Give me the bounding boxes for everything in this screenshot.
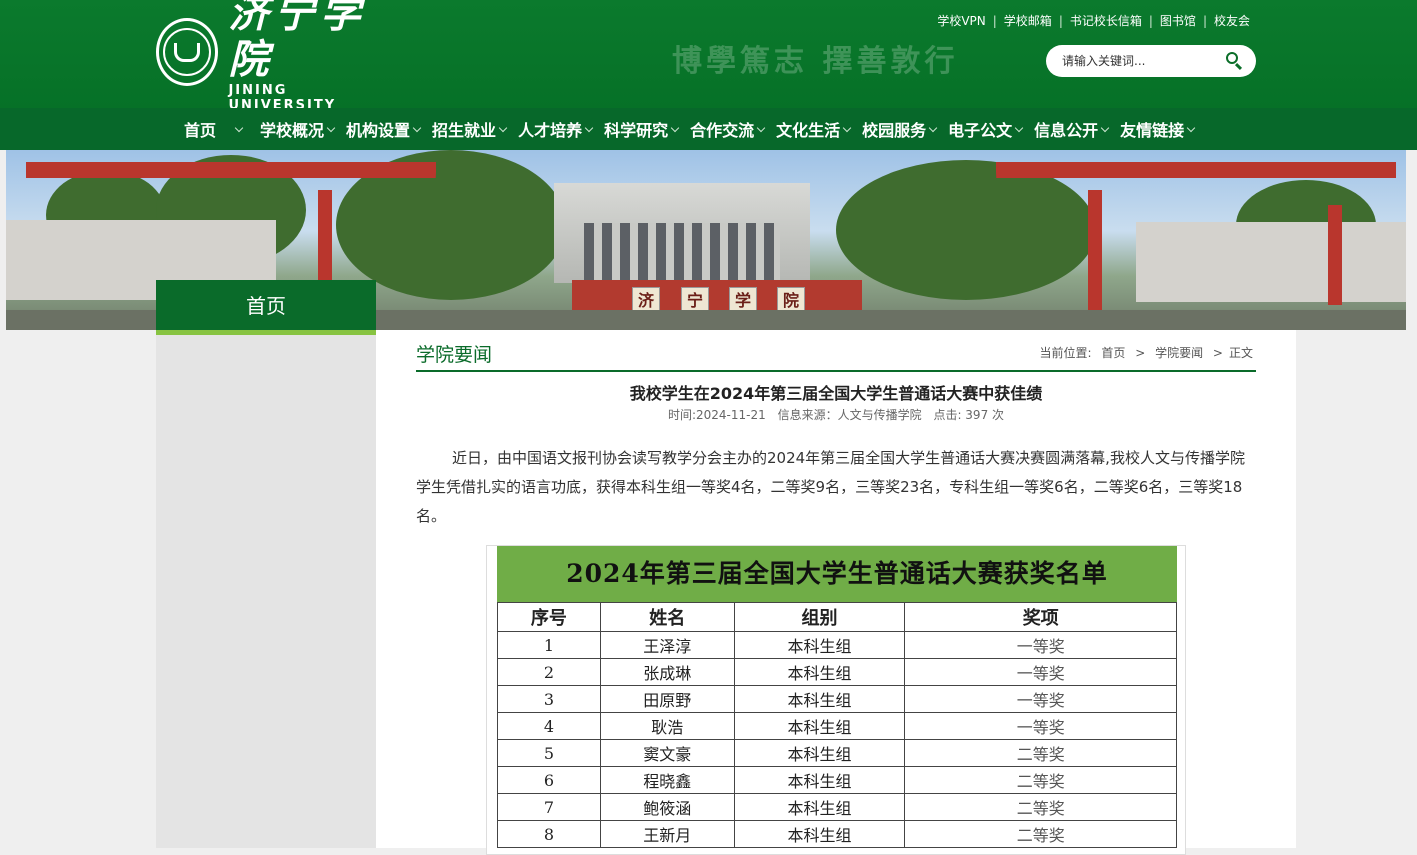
article-body: 近日，由中国语文报刊协会读写教学分会主办的2024年第三届全国大学生普通话大赛决… <box>416 449 1245 525</box>
top-link-mail[interactable]: 学校邮箱 <box>997 12 1059 29</box>
table-row: 8 王新月 本科生组 二等奖 <box>497 820 1177 848</box>
university-seal-icon <box>156 18 219 86</box>
nav-item-home[interactable]: 首页 <box>184 117 244 141</box>
breadcrumb-current: 正文 <box>1228 346 1253 360</box>
article-time: 时间:2024-11-21 <box>667 408 766 422</box>
column-header-group: 组别 <box>733 602 906 632</box>
table-row: 6 程晓鑫 本科生组 二等奖 <box>497 766 1177 794</box>
main-building <box>554 183 810 283</box>
chevron-down-icon <box>1014 123 1024 132</box>
chevron-down-icon <box>842 123 852 132</box>
article-meta: 时间:2024-11-21 信息来源：人文与传播学院 点击: 397 次 <box>416 406 1256 423</box>
search-icon[interactable] <box>1226 52 1238 64</box>
table-row: 1 王泽淳 本科生组 一等奖 <box>497 631 1177 659</box>
search-input[interactable] <box>1060 53 1224 69</box>
table-row: 3 田原野 本科生组 一等奖 <box>497 685 1177 713</box>
nav-item-culture[interactable]: 文化生活 <box>776 117 852 141</box>
nav-item-links[interactable]: 友情链接 <box>1120 117 1196 141</box>
award-table-heading: 2024年第三届全国大学生普通话大赛获奖名单 <box>497 546 1177 602</box>
top-link-vpn[interactable]: 学校VPN <box>930 12 992 29</box>
sidebar-menu <box>156 335 376 848</box>
article-source: 信息来源：人文与传播学院 <box>777 408 922 422</box>
chevron-down-icon <box>498 123 508 132</box>
table-row: 4 耿浩 本科生组 一等奖 <box>497 712 1177 740</box>
chevron-down-icon <box>584 123 594 132</box>
chevron-down-icon <box>756 123 766 132</box>
section-header: 学院要闻 当前位置: 首页 > 学院要闻 > 正文 <box>416 336 1256 372</box>
nav-item-campus-services[interactable]: 校园服务 <box>862 117 938 141</box>
breadcrumb-home[interactable]: 首页 <box>1101 346 1125 360</box>
article-title: 我校学生在2024年第三届全国大学生普通话大赛中获佳绩 <box>629 384 1043 403</box>
top-link-alumni[interactable]: 校友会 <box>1207 12 1257 29</box>
search-box <box>1046 45 1256 77</box>
column-header-award: 奖项 <box>904 602 1177 632</box>
chevron-down-icon <box>1186 123 1196 132</box>
site-logo[interactable]: 济宁学院 JINING UNIVERSITY <box>156 0 396 113</box>
nav-item-education[interactable]: 人才培养 <box>518 117 594 141</box>
article-views: 点击: 397 次 <box>933 408 1005 422</box>
column-header-number: 序号 <box>497 602 601 632</box>
nav-item-e-documents[interactable]: 电子公文 <box>948 117 1024 141</box>
award-list-image: 2024年第三届全国大学生普通话大赛获奖名单 序号 姓名 组别 奖项 1 王泽淳本… <box>486 545 1186 855</box>
top-links: 学校VPN | 学校邮箱 | 书记校长信箱 | 图书馆 | 校友会 <box>930 12 1257 29</box>
table-row: 2 张成琳 本科生组 一等奖 <box>497 658 1177 686</box>
chevron-down-icon <box>670 123 680 132</box>
award-table: 序号 姓名 组别 奖项 1 王泽淳 本科生组 一等奖 2 张成琳 本科生组 一等奖 3 田原野… <box>497 602 1177 848</box>
nav-item-disclosure[interactable]: 信息公开 <box>1034 117 1110 141</box>
main-nav: 首页 学校概况 机构设置 招生就业 人才培养 科学研究 合作交流 文化生活 校园… <box>0 108 1417 150</box>
school-motto: 博學篤志 擇善敦行 <box>672 44 959 79</box>
table-row: 5 窦文豪 本科生组 二等奖 <box>497 739 1177 767</box>
breadcrumb-news[interactable]: 学院要闻 <box>1155 346 1203 360</box>
table-header-row: 序号 姓名 组别 奖项 <box>497 602 1177 632</box>
nav-item-admissions[interactable]: 招生就业 <box>432 117 508 141</box>
nav-item-cooperation[interactable]: 合作交流 <box>690 117 766 141</box>
section-title: 学院要闻 <box>416 344 493 366</box>
chevron-down-icon <box>412 123 422 132</box>
logo-chinese-name: 济宁学院 <box>228 0 367 83</box>
chevron-down-icon <box>928 123 938 132</box>
breadcrumb-prefix: 当前位置: <box>1039 346 1092 360</box>
table-row: 7 鲍筱涵 本科生组 二等奖 <box>497 793 1177 821</box>
breadcrumb: 当前位置: 首页 > 学院要闻 > 正文 <box>1039 346 1253 360</box>
sidebar-title[interactable]: 首页 <box>156 280 376 335</box>
chevron-down-icon <box>326 123 336 132</box>
top-link-library[interactable]: 图书馆 <box>1153 12 1203 29</box>
nav-item-research[interactable]: 科学研究 <box>604 117 680 141</box>
chevron-down-icon <box>1100 123 1110 132</box>
nav-item-organization[interactable]: 机构设置 <box>346 117 422 141</box>
top-link-mailbox[interactable]: 书记校长信箱 <box>1063 12 1149 29</box>
site-header: 济宁学院 JINING UNIVERSITY 博學篤志 擇善敦行 学校VPN | … <box>0 0 1417 113</box>
chevron-down-icon <box>234 123 244 132</box>
nav-item-overview[interactable]: 学校概况 <box>260 117 336 141</box>
column-header-name: 姓名 <box>599 602 735 632</box>
